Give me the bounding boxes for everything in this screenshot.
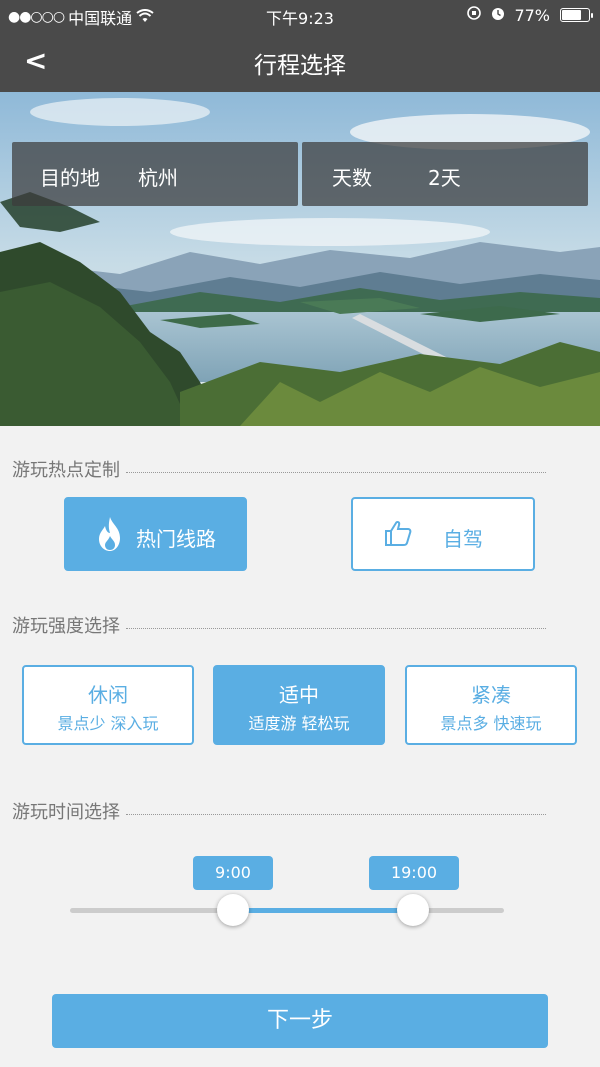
destination-value: 杭州 [138, 166, 178, 190]
intensity-leisure-button[interactable]: 休闲 景点少 深入玩 [22, 665, 194, 745]
intensity-moderate-button[interactable]: 适中 适度游 轻松玩 [213, 665, 385, 745]
hotspot-title-text: 游玩热点定制 [12, 460, 120, 481]
days-value: 2天 [428, 166, 461, 190]
thumbs-up-icon [383, 518, 413, 552]
start-time-tooltip: 9:00 [193, 856, 273, 890]
self-drive-label: 自驾 [443, 527, 483, 551]
next-step-button[interactable]: 下一步 [52, 994, 548, 1048]
days-box[interactable]: 天数 2天 [302, 142, 588, 206]
intensity-compact-label: 紧凑 [471, 683, 511, 707]
intensity-section-title: 游玩强度选择 [12, 612, 546, 638]
intensity-leisure-label: 休闲 [88, 683, 128, 707]
divider [126, 465, 546, 473]
time-slider-track[interactable] [70, 908, 504, 913]
status-right: 77% [466, 5, 593, 25]
intensity-moderate-desc: 适度游 轻松玩 [248, 714, 350, 733]
hero-image: 目的地 杭州 天数 2天 [0, 92, 600, 426]
start-time-handle[interactable] [216, 894, 249, 926]
nav-bar: < 行程选择 [0, 30, 600, 92]
time-slider-range [232, 908, 413, 913]
battery-icon [560, 8, 593, 22]
battery-percent: 77% [514, 5, 550, 25]
days-label: 天数 [332, 166, 372, 190]
hot-route-button[interactable]: 热门线路 [64, 497, 247, 571]
self-drive-button[interactable]: 自驾 [351, 497, 535, 571]
intensity-moderate-label: 适中 [279, 683, 319, 707]
destination-box[interactable]: 目的地 杭州 [12, 142, 298, 206]
alarm-icon [490, 5, 506, 25]
intensity-compact-button[interactable]: 紧凑 景点多 快速玩 [405, 665, 577, 745]
flame-icon [96, 516, 124, 556]
divider [126, 807, 546, 815]
intensity-title-text: 游玩强度选择 [12, 616, 120, 637]
end-time-handle[interactable] [396, 894, 429, 926]
intensity-compact-desc: 景点多 快速玩 [440, 714, 542, 733]
page-title: 行程选择 [254, 53, 346, 79]
hot-route-label: 热门线路 [136, 527, 216, 551]
divider [126, 621, 546, 629]
time-section-title: 游玩时间选择 [12, 798, 546, 824]
end-time-tooltip: 19:00 [369, 856, 459, 890]
time-title-text: 游玩时间选择 [12, 802, 120, 823]
orientation-lock-icon [466, 5, 482, 25]
status-bar: ●●○○○ 中国联通 下午9:23 77% [0, 0, 600, 30]
hotspot-section-title: 游玩热点定制 [12, 456, 546, 482]
destination-label: 目的地 [40, 166, 100, 190]
intensity-leisure-desc: 景点少 深入玩 [57, 714, 159, 733]
